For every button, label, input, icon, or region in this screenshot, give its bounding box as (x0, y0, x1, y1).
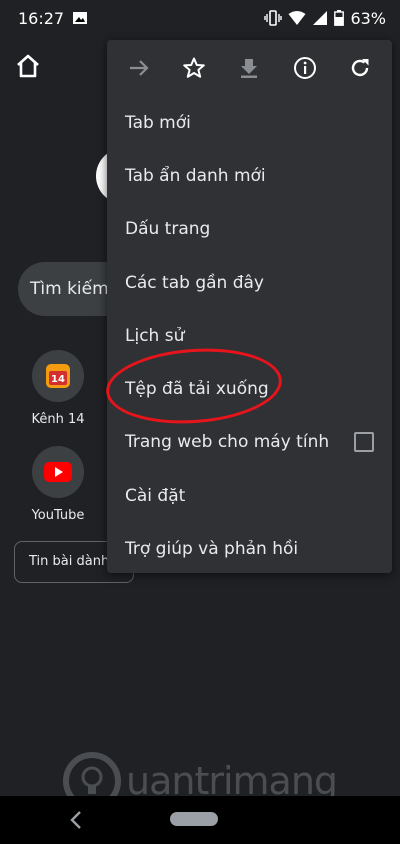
menu-item-label: Dấu trang (125, 219, 211, 240)
menu-item-label: Tab ẩn danh mới (125, 165, 266, 186)
menu-item-downloads[interactable]: Tệp đã tải xuống (107, 362, 392, 415)
youtube-icon (44, 462, 72, 482)
menu-item-bookmarks[interactable]: Dấu trang (107, 203, 392, 256)
page-info-button[interactable] (287, 50, 323, 86)
download-page-button[interactable] (231, 50, 267, 86)
vibrate-icon (264, 10, 283, 26)
menu-toolbar (107, 40, 392, 96)
search-placeholder: Tìm kiếm (30, 279, 109, 299)
menu-item-history[interactable]: Lịch sử (107, 309, 392, 362)
back-icon[interactable] (66, 808, 86, 832)
menu-item-settings[interactable]: Cài đặt (107, 469, 392, 522)
battery-percent: 63% (350, 8, 386, 28)
menu-item-label: Tệp đã tải xuống (125, 379, 269, 400)
desktop-site-checkbox[interactable] (354, 432, 374, 453)
menu-item-desktop-site[interactable]: Trang web cho máy tính (107, 416, 392, 469)
overflow-menu: Tab mới Tab ẩn danh mới Dấu trang Các ta… (107, 40, 392, 573)
menu-item-help-feedback[interactable]: Trợ giúp và phản hồi (107, 522, 392, 575)
image-notification-icon (73, 12, 88, 24)
menu-item-new-tab[interactable]: Tab mới (107, 96, 392, 149)
menu-item-new-incognito-tab[interactable]: Tab ẩn danh mới (107, 149, 392, 202)
menu-item-label: Trang web cho máy tính (125, 432, 330, 453)
tile-label: Kênh 14 (31, 412, 85, 427)
news-feed-label: Tin bài dành (29, 554, 110, 569)
menu-item-label: Tab mới (125, 112, 191, 133)
status-bar: 16:27 63% (0, 0, 400, 36)
battery-icon (334, 10, 345, 26)
menu-item-label: Các tab gần đây (125, 272, 264, 293)
refresh-icon (352, 59, 369, 77)
menu-item-recent-tabs[interactable]: Các tab gần đây (107, 256, 392, 309)
wifi-icon (288, 11, 306, 25)
kenh14-icon: 14 (46, 364, 70, 388)
home-pill[interactable] (170, 812, 218, 826)
bookmark-star-button[interactable] (176, 50, 212, 86)
signal-icon (313, 11, 328, 25)
tile-label: YouTube (31, 508, 85, 523)
menu-item-label: Cài đặt (125, 485, 186, 506)
info-icon (293, 57, 316, 79)
reload-button[interactable] (342, 50, 378, 86)
tile-kenh14[interactable]: 14 Kênh 14 (18, 350, 98, 427)
home-icon[interactable] (14, 52, 42, 80)
forward-button[interactable] (121, 50, 157, 86)
menu-item-label: Lịch sử (125, 325, 185, 346)
svg-text:14: 14 (51, 374, 65, 385)
menu-item-label: Trợ giúp và phản hồi (125, 539, 299, 560)
system-nav-bar (0, 796, 400, 844)
star-icon (183, 57, 205, 78)
download-icon (241, 59, 258, 78)
status-time: 16:27 (18, 8, 65, 28)
tile-youtube[interactable]: YouTube (18, 446, 98, 523)
tile-icon-wrap (32, 446, 84, 498)
tile-icon-wrap: 14 (32, 350, 84, 402)
forward-icon (129, 60, 149, 76)
